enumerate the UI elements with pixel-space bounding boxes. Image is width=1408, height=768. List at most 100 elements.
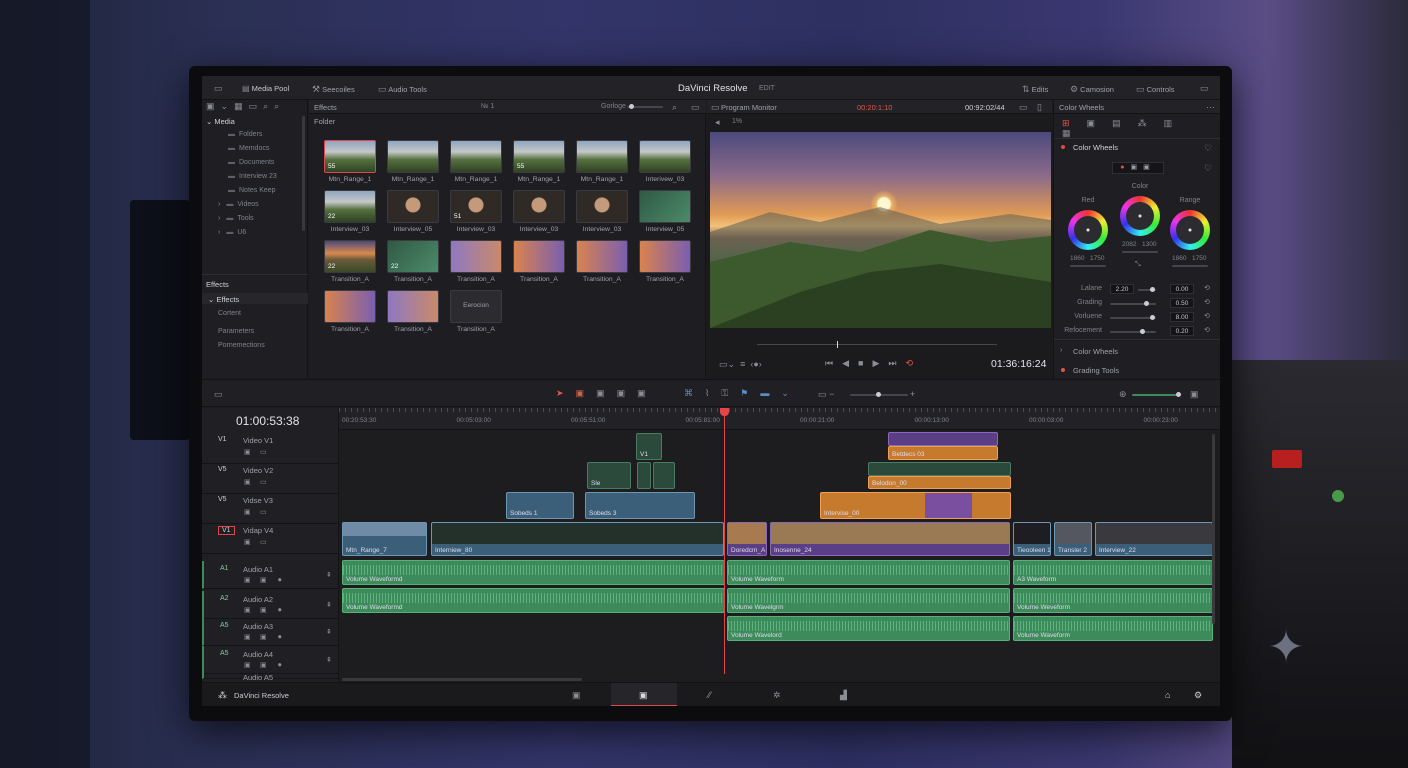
timeline-clip[interactable]: Betdecs 03 bbox=[888, 446, 998, 460]
blade-tool-icon[interactable]: ▣ bbox=[596, 388, 617, 398]
dynamic-trim-icon[interactable]: ▣ bbox=[617, 388, 638, 398]
clip-thumbnail[interactable]: 22 bbox=[387, 240, 439, 273]
effects-tree-item[interactable]: ⌄ Effects bbox=[208, 295, 239, 304]
clip-thumbnail[interactable]: 22 bbox=[324, 190, 376, 223]
param-output[interactable]: 8.00 bbox=[1170, 312, 1194, 322]
audio-toggle-icon[interactable]: ‹●› bbox=[750, 359, 761, 369]
slider-knob[interactable] bbox=[1144, 301, 1149, 306]
clip-thumbnail[interactable]: Eerocion bbox=[450, 290, 502, 323]
snap-icon[interactable]: ⌘ bbox=[684, 388, 705, 398]
audio-clip[interactable]: Volume Waveform bbox=[727, 560, 1010, 585]
clip-thumbnail[interactable] bbox=[513, 240, 565, 273]
timeline-clip[interactable]: Tieooleen 1 bbox=[1013, 522, 1051, 556]
timeline-clip[interactable]: Interview_22 bbox=[1095, 522, 1213, 556]
effects-item-content[interactable]: Cortent bbox=[218, 310, 241, 317]
mixer-icon[interactable]: ▣ bbox=[1190, 389, 1199, 399]
clip-thumbnail[interactable] bbox=[576, 240, 628, 273]
audio-clip[interactable]: Volume Wavelord bbox=[727, 616, 1010, 641]
grid-view-icon[interactable]: ▦ bbox=[234, 101, 243, 111]
folder-item[interactable]: › ▬ Videos bbox=[218, 200, 259, 210]
timeline-scrollbar[interactable] bbox=[1212, 434, 1215, 624]
timeline-clip[interactable]: Sobeds 3 bbox=[585, 492, 695, 519]
color-page-icon[interactable]: ✲ bbox=[773, 690, 781, 700]
reset-icon[interactable]: ⟲ bbox=[1204, 326, 1210, 336]
folder-item[interactable]: › ▬ U6 bbox=[218, 228, 246, 238]
folder-item[interactable]: › ▬ Tools bbox=[218, 214, 254, 224]
clip-thumbnail[interactable] bbox=[576, 190, 628, 223]
clip-thumbnail[interactable] bbox=[639, 140, 691, 173]
rewind-icon[interactable]: ⏮ bbox=[825, 358, 842, 368]
folder-item[interactable]: ▬ Documents bbox=[228, 158, 274, 168]
media-scrollbar[interactable] bbox=[302, 116, 305, 231]
layout-icon[interactable]: ▯ bbox=[1037, 102, 1042, 112]
tab-audio-tools[interactable]: ▭ Audio Tools bbox=[378, 84, 427, 94]
param-slider[interactable] bbox=[1110, 315, 1156, 320]
razor-icon[interactable]: ⌇ bbox=[705, 388, 721, 398]
track-visibility-icon[interactable]: ▭ bbox=[260, 448, 267, 458]
timeline-zoom-slider[interactable] bbox=[850, 392, 908, 397]
solo-icon[interactable]: ▣ bbox=[260, 633, 267, 643]
dropdown-icon[interactable]: ⌄ bbox=[221, 101, 229, 111]
mute-icon[interactable]: ▣ bbox=[244, 606, 251, 616]
clip-thumbnail[interactable]: 22 bbox=[324, 240, 376, 273]
tab-controls[interactable]: ▭ Controls bbox=[1136, 84, 1175, 94]
stop-icon[interactable]: ■ bbox=[858, 358, 872, 368]
mute-icon[interactable]: ▣ bbox=[244, 576, 251, 586]
zoom-in-icon[interactable]: + bbox=[910, 389, 915, 399]
scrubber-bar[interactable] bbox=[757, 341, 997, 348]
mute-icon[interactable]: ▣ bbox=[244, 633, 251, 643]
clip-thumbnail[interactable] bbox=[576, 140, 628, 173]
track-id[interactable]: A1 bbox=[220, 565, 229, 572]
folder-item[interactable]: ▬ Notes Keep bbox=[228, 186, 276, 196]
previous-icon[interactable]: ◂ bbox=[715, 117, 720, 127]
settings-gear-icon[interactable]: ⚙ bbox=[1194, 690, 1202, 700]
track-visibility-icon[interactable]: ▭ bbox=[260, 478, 267, 488]
level-icon[interactable]: ⇞ bbox=[326, 601, 332, 611]
timeline-clip[interactable]: Inosenne_24 bbox=[770, 522, 1010, 556]
chevron-right-icon[interactable]: › bbox=[218, 214, 220, 224]
clip-thumbnail[interactable] bbox=[387, 190, 439, 223]
track-id[interactable]: A5 bbox=[220, 622, 229, 629]
track-lock-icon[interactable]: ▣ bbox=[244, 508, 251, 518]
param-slider[interactable] bbox=[1110, 329, 1156, 334]
level-icon[interactable]: ⇞ bbox=[326, 571, 332, 581]
play-icon[interactable]: ▶ bbox=[872, 358, 888, 368]
mic-icon[interactable]: ⏺ bbox=[278, 606, 282, 616]
viewer-icon[interactable]: ▭ bbox=[1019, 102, 1028, 112]
timecode-red[interactable]: 00:20:1:10 bbox=[857, 103, 892, 112]
window-icon[interactable]: ▭ bbox=[1200, 83, 1209, 93]
param-slider[interactable] bbox=[1110, 301, 1156, 306]
tab-media-pool[interactable]: ▤ Media Pool bbox=[242, 84, 289, 94]
timeline-clip[interactable]: Sle bbox=[587, 462, 631, 489]
clip-thumbnail[interactable] bbox=[513, 190, 565, 223]
timeline-clip[interactable]: Transler 2 bbox=[1054, 522, 1092, 556]
edit-page-tab[interactable]: ▣ bbox=[611, 683, 677, 706]
mic-icon[interactable]: ⏺ bbox=[278, 633, 282, 643]
chevron-right-icon[interactable]: › bbox=[218, 228, 220, 238]
effects-header[interactable]: Effects bbox=[206, 280, 229, 289]
timeline-hscrollbar[interactable] bbox=[342, 678, 582, 681]
target-icon[interactable]: ⊕ bbox=[1119, 389, 1127, 399]
source-icon[interactable]: ▭ bbox=[711, 102, 720, 112]
thumbnail-icon[interactable]: ▭ bbox=[249, 101, 258, 111]
timeline-clip[interactable]: Interniew_80 bbox=[431, 522, 724, 556]
level-icon[interactable]: ⇞ bbox=[326, 628, 332, 638]
audio-level-slider[interactable] bbox=[1132, 392, 1181, 397]
clip-thumbnail[interactable] bbox=[387, 290, 439, 323]
audio-clip[interactable]: Volume Waveformd bbox=[342, 588, 725, 613]
media-page-icon[interactable]: ▣ bbox=[572, 690, 581, 700]
track-visibility-icon[interactable]: ▭ bbox=[260, 508, 267, 518]
track-lock-icon[interactable]: ▣ bbox=[244, 448, 251, 458]
timeline-clip[interactable] bbox=[637, 462, 651, 489]
trim-tool-icon[interactable]: ▣ bbox=[576, 388, 597, 398]
timeline-clip[interactable]: Mtn_Range_7 bbox=[342, 522, 427, 556]
clip-thumbnail[interactable]: 55 bbox=[513, 140, 565, 173]
slider-knob[interactable] bbox=[1150, 287, 1155, 292]
fairlight-page-icon[interactable]: ▟ bbox=[840, 690, 847, 700]
track-lock-icon[interactable]: ▣ bbox=[244, 478, 251, 488]
reset-icon[interactable]: ⟲ bbox=[1204, 284, 1210, 294]
param-output[interactable]: 0.00 bbox=[1170, 284, 1194, 294]
tab-edits[interactable]: ⇅ Edits bbox=[1022, 84, 1048, 94]
view-options-icon[interactable]: ▭⌄ bbox=[719, 359, 735, 369]
layout-icon[interactable]: ▭ bbox=[214, 83, 223, 93]
